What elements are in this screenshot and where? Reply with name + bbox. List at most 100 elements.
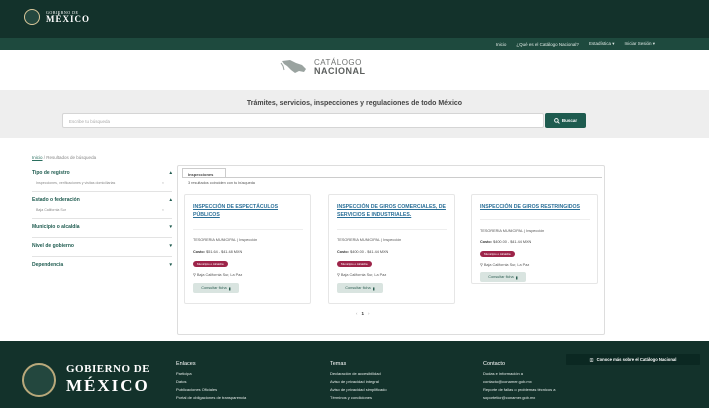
location-text: Baja California Sur, La Paz: [483, 263, 530, 267]
filter-label: Municipio o alcaldía: [32, 224, 80, 230]
card-dependency: TESORERIA MUNICIPAL | Inspección: [193, 238, 258, 242]
consultar-ficha-button[interactable]: Consultar ficha ▮: [480, 272, 526, 282]
pager-next[interactable]: ›: [368, 311, 370, 316]
pagination: ‹ 1 ›: [356, 311, 370, 316]
breadcrumb-home[interactable]: Inicio: [32, 155, 43, 160]
top-bar: GOBIERNO DE MÉXICO: [0, 0, 709, 38]
filter-chip[interactable]: Baja California Sur ×: [32, 208, 172, 216]
chevron-down-icon: ▾: [169, 262, 172, 268]
footer-email-link[interactable]: contacto@conamer.gob.mx: [483, 379, 555, 387]
chevron-down-icon: ▾: [169, 224, 172, 230]
location-pin-icon: ⚲: [480, 263, 483, 267]
card-dependency: TESORERIA MUNICIPAL | Inspección: [337, 238, 402, 242]
cost-label: Costo:: [337, 250, 350, 254]
consultar-ficha-button[interactable]: Consultar ficha ▮: [193, 283, 239, 293]
card-cost: Costo: $400.00 - $41.44 MXN: [337, 250, 388, 254]
footer-logo-line2: MÉXICO: [66, 376, 150, 395]
consultar-ficha-button[interactable]: Consultar ficha ▮: [337, 283, 383, 293]
result-card: Inspección de espectáculos públicos TESO…: [184, 194, 311, 304]
footer-col-temas: Temas Declaración de accesibilidad Aviso…: [330, 361, 387, 403]
location-text: Baja California Sur, La Paz: [196, 273, 243, 277]
chat-icon: ◫: [589, 357, 594, 362]
footer-heading: Temas: [330, 361, 347, 367]
button-label: Consultar ficha: [345, 286, 371, 290]
footer-col-contacto: Contacto Dudas e información a contacto@…: [483, 361, 555, 403]
eagle-seal-icon: [24, 9, 40, 25]
card-title-link[interactable]: Inspección de espectáculos públicos: [193, 204, 305, 219]
filter-label: Estado o federación: [32, 197, 80, 203]
filter-municipio[interactable]: Municipio o alcaldía ▾: [32, 222, 172, 235]
card-cost: Costo: $51.64 - $41.48 MXN: [193, 250, 242, 254]
footer-link[interactable]: Declaración de accesibilidad: [330, 371, 387, 379]
filter-chip-label: Inspecciones, verificaciones y visitas d…: [36, 181, 116, 185]
footer-link[interactable]: Participa: [176, 371, 246, 379]
footer-link[interactable]: Datos: [176, 379, 246, 387]
footer-heading: Contacto: [483, 361, 506, 367]
footer-link[interactable]: Aviso de privacidad simplificado: [330, 387, 387, 395]
card-title-link[interactable]: Inspección de giros restringidos: [480, 204, 592, 212]
filter-dependencia[interactable]: Dependencia ▾: [32, 260, 172, 273]
card-cost: Costo: $400.00 - $41.44 MXN: [480, 240, 531, 244]
pager-current[interactable]: 1: [362, 311, 365, 316]
document-icon: ▮: [515, 275, 518, 280]
gobierno-logo[interactable]: GOBIERNO DE MÉXICO: [24, 9, 90, 25]
chevron-down-icon: ▾: [169, 243, 172, 249]
chevron-up-icon: ▴: [169, 170, 172, 176]
close-icon[interactable]: ×: [162, 208, 164, 212]
filter-nivel-gobierno[interactable]: Nivel de gobierno ▾: [32, 241, 172, 254]
footer-link[interactable]: Aviso de privacidad integral: [330, 379, 387, 387]
filters-sidebar: Tipo de registro ▴ Inspecciones, verific…: [32, 168, 172, 273]
filter-chip[interactable]: Inspecciones, verificaciones y visitas d…: [32, 181, 172, 189]
footer-logo[interactable]: GOBIERNO DE MÉXICO: [66, 363, 151, 395]
cta-label: Conoce más sobre el Catálogo Nacional: [596, 357, 677, 362]
filter-estado[interactable]: Estado o federación ▴: [32, 195, 172, 208]
cost-label: Costo:: [193, 250, 206, 254]
search-input[interactable]: Escribe tu búsqueda: [62, 113, 544, 128]
document-icon: ▮: [372, 286, 375, 291]
document-icon: ▮: [228, 286, 231, 291]
footer-text: Dudas e información a: [483, 371, 524, 376]
card-title-link[interactable]: Inspección de giros comerciales, de serv…: [337, 204, 449, 219]
result-card: Inspección de giros comerciales, de serv…: [328, 194, 455, 304]
nav-que-es[interactable]: ¿Qué es el Catálogo Nacional?: [516, 42, 579, 47]
divider: [480, 219, 590, 220]
close-icon[interactable]: ×: [162, 181, 164, 185]
divider: [32, 237, 172, 238]
conoce-mas-button[interactable]: ◫ Conoce más sobre el Catálogo Nacional: [566, 354, 700, 365]
level-badge: Municipio o Alcaldía: [337, 261, 372, 267]
filter-tipo-registro[interactable]: Tipo de registro ▴: [32, 168, 172, 181]
location-pin-icon: ⚲: [193, 273, 196, 277]
footer-logo-line1: GOBIERNO DE: [66, 363, 151, 375]
nav-iniciar-sesion[interactable]: Iniciar Sesión ▾: [624, 41, 655, 47]
cost-value: $400.00 - $41.44 MXN: [350, 250, 389, 254]
nav-estadistica[interactable]: Estadística ▾: [589, 41, 615, 47]
footer: GOBIERNO DE MÉXICO Enlaces Participa Dat…: [0, 341, 709, 408]
footer-heading: Enlaces: [176, 361, 196, 367]
filter-chip-label: Baja California Sur: [36, 208, 66, 212]
cost-label: Costo:: [480, 240, 493, 244]
results-count: 3 resultados coinciden con tu búsqueda: [188, 181, 255, 185]
brand-line2: NACIONAL: [314, 65, 366, 76]
footer-email-link[interactable]: soporteticr@conamer.gob.mx: [483, 395, 555, 403]
footer-link[interactable]: Portal de obligaciones de transparencia: [176, 395, 246, 403]
pager-prev[interactable]: ‹: [356, 311, 358, 316]
search-button-label: Buscar: [561, 118, 578, 123]
catalogo-brand[interactable]: CATÁLOGO NACIONAL: [280, 58, 366, 76]
footer-link[interactable]: Publicaciones Oficiales: [176, 387, 246, 395]
breadcrumb: Inicio / Resultados de búsqueda: [32, 155, 96, 160]
divider: [337, 229, 447, 230]
location-pin-icon: ⚲: [337, 273, 340, 277]
footer-link[interactable]: Términos y condiciones: [330, 395, 387, 403]
search-button[interactable]: Buscar: [545, 113, 586, 128]
button-label: Consultar ficha: [201, 286, 227, 290]
divider: [32, 218, 172, 219]
main-nav: Inicio ¿Qué es el Catálogo Nacional? Est…: [0, 38, 709, 50]
filter-label: Dependencia: [32, 262, 64, 268]
logo-big-text: MÉXICO: [46, 13, 90, 24]
level-badge: Municipio o Alcaldía: [193, 261, 228, 267]
filter-label: Tipo de registro: [32, 170, 70, 176]
location-text: Baja California Sur, La Paz: [340, 273, 387, 277]
card-location: ⚲ Baja California Sur, La Paz: [193, 272, 242, 277]
nav-inicio[interactable]: Inicio: [496, 42, 507, 47]
hero-title: Trámites, servicios, inspecciones y regu…: [246, 100, 463, 107]
